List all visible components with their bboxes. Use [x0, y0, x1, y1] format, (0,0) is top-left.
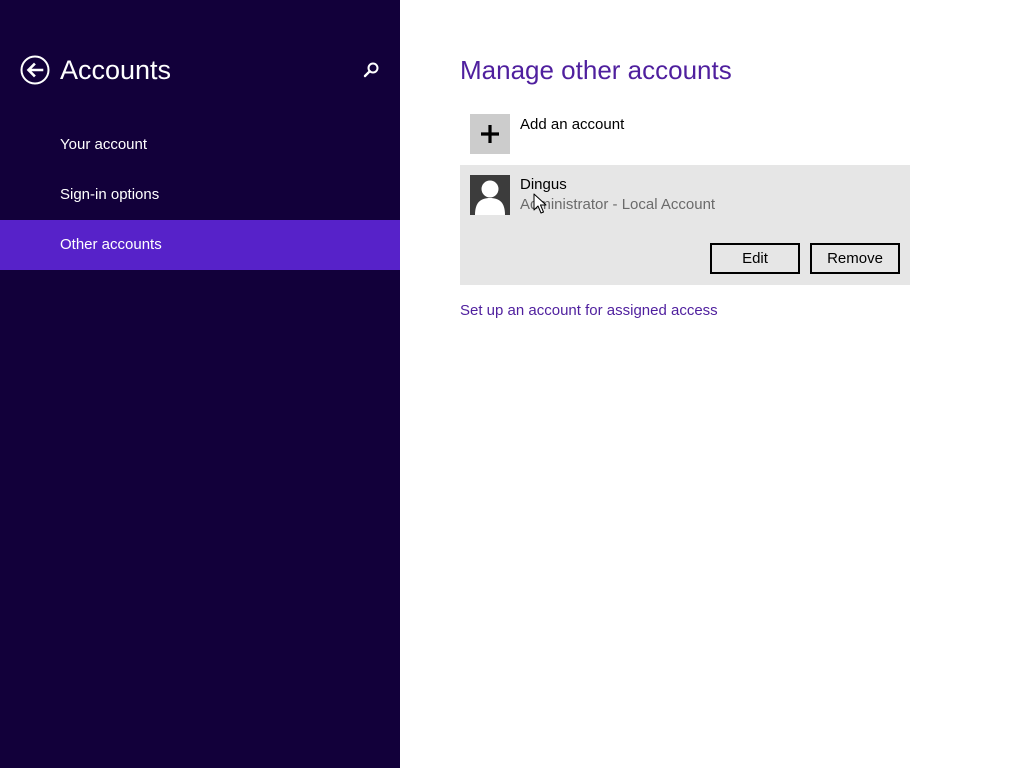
left-pane: Accounts Your account Sign-in options Ot…: [0, 0, 400, 768]
section-title: Manage other accounts: [460, 55, 732, 85]
nav-item-label: Your account: [60, 136, 148, 153]
account-type: Administrator - Local Account: [520, 196, 716, 213]
plus-icon: [470, 114, 510, 154]
nav-item-label: Sign-in options: [60, 186, 160, 203]
add-account-button[interactable]: Add an account: [460, 104, 910, 160]
nav-list: Your account Sign-in options Other accou…: [0, 120, 400, 270]
account-name: Dingus: [520, 176, 567, 193]
nav-item-your-account[interactable]: Your account: [0, 120, 400, 170]
search-icon: [360, 60, 382, 82]
content-pane: Manage other accounts Add an account Din…: [400, 0, 1024, 768]
remove-button[interactable]: Remove: [810, 243, 900, 274]
user-silhouette-icon: [470, 175, 510, 215]
pc-settings-screen: Accounts Your account Sign-in options Ot…: [0, 0, 1024, 768]
avatar: [470, 175, 510, 215]
nav-item-label: Other accounts: [60, 236, 162, 253]
back-button[interactable]: [20, 55, 50, 85]
nav-item-sign-in-options[interactable]: Sign-in options: [0, 170, 400, 220]
nav-item-other-accounts[interactable]: Other accounts: [0, 220, 400, 270]
edit-button[interactable]: Edit: [710, 243, 800, 274]
back-arrow-icon: [20, 55, 50, 85]
add-account-label: Add an account: [520, 116, 625, 133]
account-card[interactable]: Dingus Administrator - Local Account Edi…: [460, 165, 910, 285]
add-account-tile: [470, 114, 510, 154]
search-button[interactable]: [360, 60, 382, 82]
assigned-access-link[interactable]: Set up an account for assigned access: [460, 302, 718, 319]
pane-title: Accounts: [60, 55, 172, 85]
